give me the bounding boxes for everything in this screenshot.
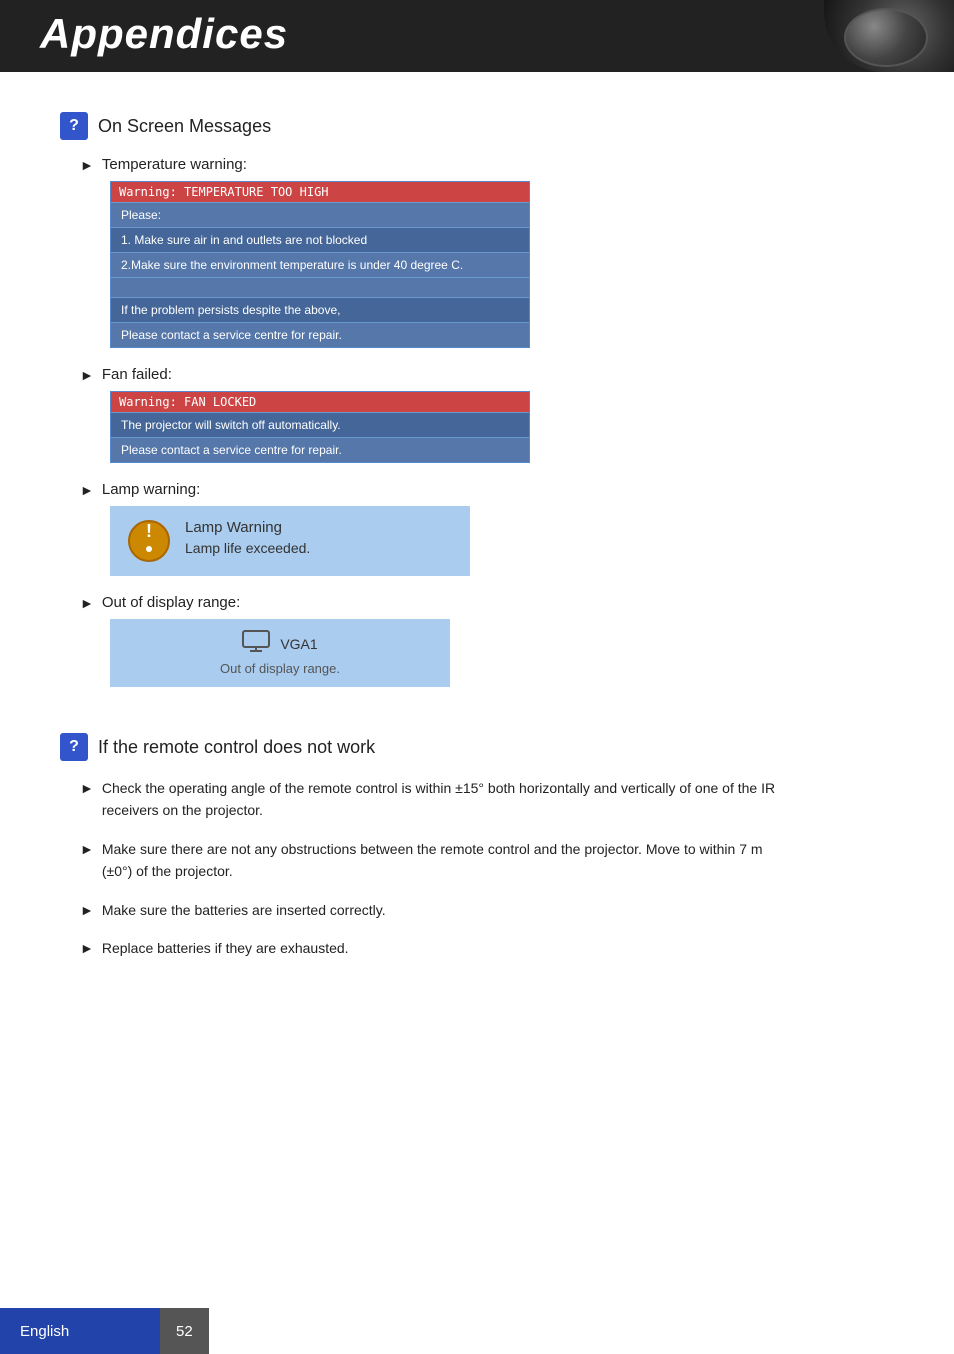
section1-title: On Screen Messages: [98, 116, 271, 137]
temp-row-0: Please:: [111, 202, 529, 227]
bullet-arrow-remote-2: ►: [80, 900, 94, 921]
fan-failed-header: ► Fan failed:: [80, 366, 894, 383]
bullet-arrow-lamp: ►: [80, 482, 94, 498]
remote-bullet-text-0: Check the operating angle of the remote …: [102, 777, 782, 822]
temp-spacer: [111, 277, 529, 297]
temp-row-2: 2.Make sure the environment temperature …: [111, 252, 529, 277]
fan-row-0: The projector will switch off automatica…: [111, 412, 529, 437]
bullet-arrow-remote-3: ►: [80, 938, 94, 959]
footer-language: English: [0, 1308, 160, 1354]
footer-page-number: 52: [160, 1308, 209, 1354]
lamp-text-area: Lamp Warning Lamp life exceeded.: [185, 519, 310, 556]
remote-bullet-text-1: Make sure there are not any obstructions…: [102, 838, 782, 883]
svg-text:!: !: [146, 521, 152, 541]
remote-bullet-text-2: Make sure the batteries are inserted cor…: [102, 899, 386, 921]
temp-warning-box-header: Warning: TEMPERATURE TOO HIGH: [111, 182, 529, 202]
bullet-arrow-display: ►: [80, 595, 94, 611]
fan-failed-box: Warning: FAN LOCKED The projector will s…: [110, 391, 530, 463]
bullet-arrow-temp: ►: [80, 157, 94, 173]
page-title: Appendices: [0, 0, 954, 58]
temp-row-1: 1. Make sure air in and outlets are not …: [111, 227, 529, 252]
temp-warning-header: ► Temperature warning:: [80, 156, 894, 173]
temp-warning-box: Warning: TEMPERATURE TOO HIGH Please: 1.…: [110, 181, 530, 348]
temp-row2-0: If the problem persists despite the abov…: [111, 297, 529, 322]
main-content: ? On Screen Messages ► Temperature warni…: [0, 72, 954, 1005]
question-icon-1: ?: [60, 112, 88, 140]
lamp-warning-subtitle: Lamp life exceeded.: [185, 540, 310, 556]
fan-failed-section: ► Fan failed: Warning: FAN LOCKED The pr…: [80, 366, 894, 463]
display-range-box: VGA1 Out of display range.: [110, 619, 450, 687]
temp-warning-label: Temperature warning:: [102, 156, 247, 173]
fan-row-1: Please contact a service centre for repa…: [111, 437, 529, 462]
temp-row2-1: Please contact a service centre for repa…: [111, 322, 529, 347]
display-source: VGA1: [280, 636, 317, 652]
lamp-warning-icon: !: [127, 519, 171, 563]
remote-bullet-1: ► Make sure there are not any obstructio…: [80, 838, 894, 883]
lamp-warning-box: ! Lamp Warning Lamp life exceeded.: [110, 506, 470, 576]
lamp-warning-section: ► Lamp warning: ! Lamp Warning Lamp life…: [80, 481, 894, 576]
section1-header: ? On Screen Messages: [60, 112, 894, 140]
remote-bullet-2: ► Make sure the batteries are inserted c…: [80, 899, 894, 921]
remote-bullet-text-3: Replace batteries if they are exhausted.: [102, 937, 349, 959]
page-footer: English 52: [0, 1308, 954, 1354]
display-range-section: ► Out of display range: VGA1 Out of disp…: [80, 594, 894, 687]
section2-title: If the remote control does not work: [98, 737, 375, 758]
lens-decoration: [824, 0, 954, 72]
display-box-top: VGA1: [242, 630, 317, 657]
question-icon-2: ?: [60, 733, 88, 761]
temp-warning-section: ► Temperature warning: Warning: TEMPERAT…: [80, 156, 894, 348]
display-range-header: ► Out of display range:: [80, 594, 894, 611]
lamp-warning-header: ► Lamp warning:: [80, 481, 894, 498]
lamp-warning-label: Lamp warning:: [102, 481, 200, 498]
remote-bullet-3: ► Replace batteries if they are exhauste…: [80, 937, 894, 959]
lamp-warning-title: Lamp Warning: [185, 519, 310, 536]
display-range-message: Out of display range.: [220, 661, 340, 676]
fan-failed-box-header: Warning: FAN LOCKED: [111, 392, 529, 412]
display-range-label: Out of display range:: [102, 594, 240, 611]
bullet-arrow-remote-1: ►: [80, 839, 94, 860]
section2-header: ? If the remote control does not work: [60, 733, 894, 761]
remote-bullet-0: ► Check the operating angle of the remot…: [80, 777, 894, 822]
monitor-icon: [242, 630, 270, 657]
bullet-arrow-fan: ►: [80, 367, 94, 383]
bullet-arrow-remote-0: ►: [80, 778, 94, 799]
page-header: Appendices: [0, 0, 954, 72]
fan-failed-label: Fan failed:: [102, 366, 172, 383]
